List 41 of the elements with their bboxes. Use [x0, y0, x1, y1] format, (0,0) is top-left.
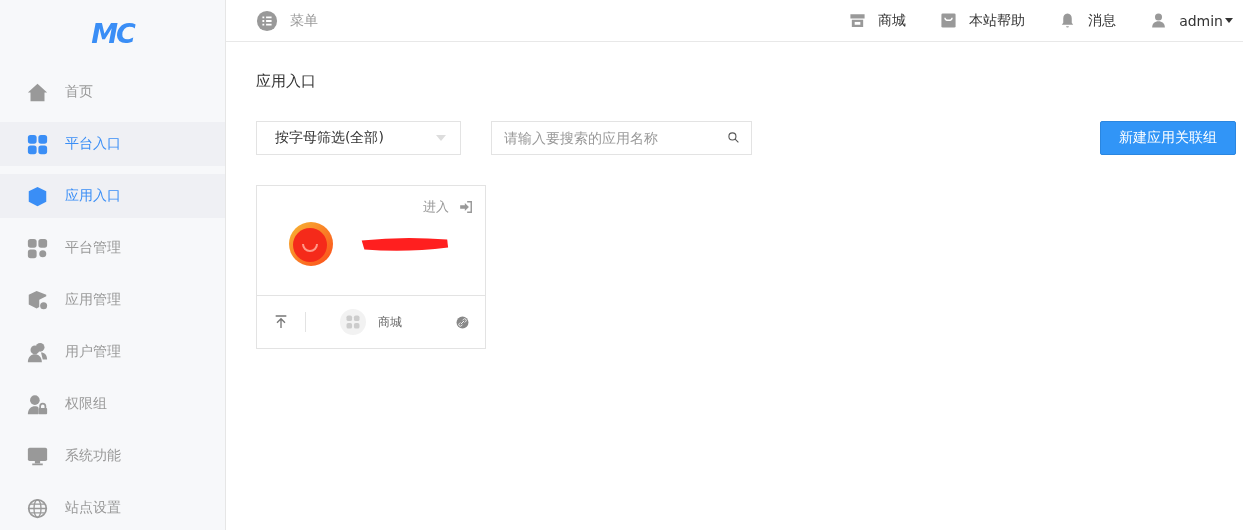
store-icon [849, 12, 867, 29]
caret-icon [436, 135, 446, 141]
globe-icon [27, 497, 48, 519]
enter-link[interactable]: 进入 [289, 198, 473, 216]
sidebar-item[interactable]: 平台管理 [0, 226, 225, 270]
cube-icon [27, 185, 48, 207]
monitor-icon [27, 445, 48, 467]
app-name: 商城 [378, 313, 402, 331]
header-link[interactable]: 商城 [849, 11, 907, 30]
sidebar-item[interactable]: 应用管理 [0, 278, 225, 322]
grid-gear-icon [27, 237, 48, 259]
caret-icon [1225, 18, 1233, 23]
list-icon [256, 9, 278, 32]
user-lock-icon [27, 393, 48, 415]
header-link[interactable]: 消息 [1059, 11, 1117, 30]
grid-icon [340, 309, 366, 335]
sidebar-item[interactable]: 系统功能 [0, 434, 225, 478]
link-icon[interactable] [456, 315, 469, 329]
users-icon [27, 341, 48, 363]
sign-in-icon [459, 200, 473, 214]
sidebar-item[interactable]: 站点设置 [0, 486, 225, 530]
sidebar-item[interactable]: 首页 [0, 70, 225, 114]
app-icon [289, 222, 333, 266]
page-title: 应用入口 [256, 72, 317, 91]
menu-button[interactable]: 菜单 [256, 9, 318, 32]
sidebar-item[interactable]: 用户管理 [0, 330, 225, 374]
logo: MC [90, 16, 136, 51]
home-icon [27, 81, 48, 103]
user-icon [1150, 12, 1168, 29]
sidebar-item[interactable]: 平台入口 [0, 122, 225, 166]
new-group-button[interactable]: 新建应用关联组 [1100, 121, 1236, 155]
search-icon [727, 131, 740, 144]
bag-icon [940, 12, 958, 29]
sidebar-item[interactable]: 权限组 [0, 382, 225, 426]
search-field[interactable]: 请输入要搜索的应用名称 [491, 121, 752, 155]
header-link[interactable]: 本站帮助 [940, 11, 1026, 30]
grid-icon [27, 133, 48, 155]
pin-top-icon[interactable] [273, 314, 289, 330]
header-link[interactable]: admin [1150, 11, 1233, 30]
sidebar-item[interactable]: 应用入口 [0, 174, 225, 218]
filter-dropdown[interactable]: 按字母筛选(全部) [256, 121, 461, 155]
